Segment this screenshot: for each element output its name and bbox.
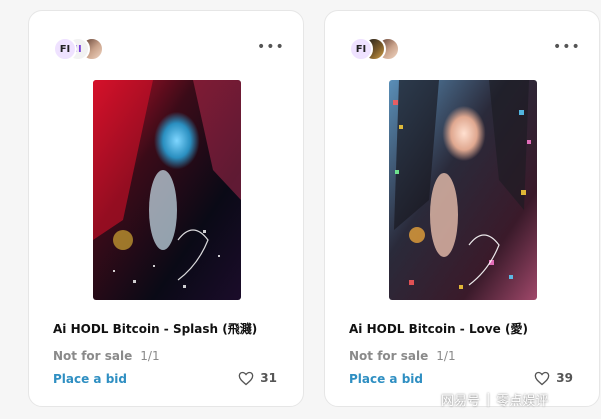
sale-status-label: Not for sale: [349, 349, 429, 363]
sale-status-label: Not for sale: [53, 349, 133, 363]
source-watermark: 网易号 | 零点娱评: [441, 389, 548, 409]
nft-title[interactable]: Ai HODL Bitcoin - Love (愛): [349, 320, 589, 337]
like-button[interactable]: 31: [238, 369, 277, 387]
edition-count: 1/1: [436, 349, 456, 363]
watermark-author: 零点娱评: [496, 393, 549, 409]
watermark-source: 网易号: [441, 393, 481, 409]
nft-card[interactable]: FI II ••• Ai HODL Bitcoin - Splash (飛濺) …: [28, 10, 304, 407]
like-button[interactable]: 39: [534, 369, 573, 387]
heart-icon: [238, 371, 254, 385]
sale-status: Not for sale 1/1: [53, 349, 160, 363]
artwork-image: [93, 80, 241, 300]
place-bid-link[interactable]: Place a bid: [349, 372, 423, 386]
more-horizontal-icon[interactable]: •••: [553, 39, 580, 55]
edition-count: 1/1: [140, 349, 160, 363]
nft-title[interactable]: Ai HODL Bitcoin - Splash (飛濺): [53, 320, 293, 337]
like-count: 31: [260, 371, 277, 385]
watermark-divider: |: [486, 391, 491, 407]
heart-icon: [534, 371, 550, 385]
sale-status: Not for sale 1/1: [349, 349, 456, 363]
logo-avatar[interactable]: FI: [53, 37, 77, 61]
nft-artwork[interactable]: [93, 80, 241, 300]
creator-avatars: FI: [349, 37, 429, 61]
more-horizontal-icon[interactable]: •••: [257, 39, 284, 55]
nft-artwork[interactable]: [389, 80, 537, 300]
place-bid-link[interactable]: Place a bid: [53, 372, 127, 386]
nft-card[interactable]: FI ••• Ai HODL Bitcoin - Love (愛) Not fo…: [324, 10, 600, 407]
like-count: 39: [556, 371, 573, 385]
artwork-image: [389, 80, 537, 300]
logo-avatar[interactable]: FI: [349, 37, 373, 61]
creator-avatars: FI II: [53, 37, 133, 61]
